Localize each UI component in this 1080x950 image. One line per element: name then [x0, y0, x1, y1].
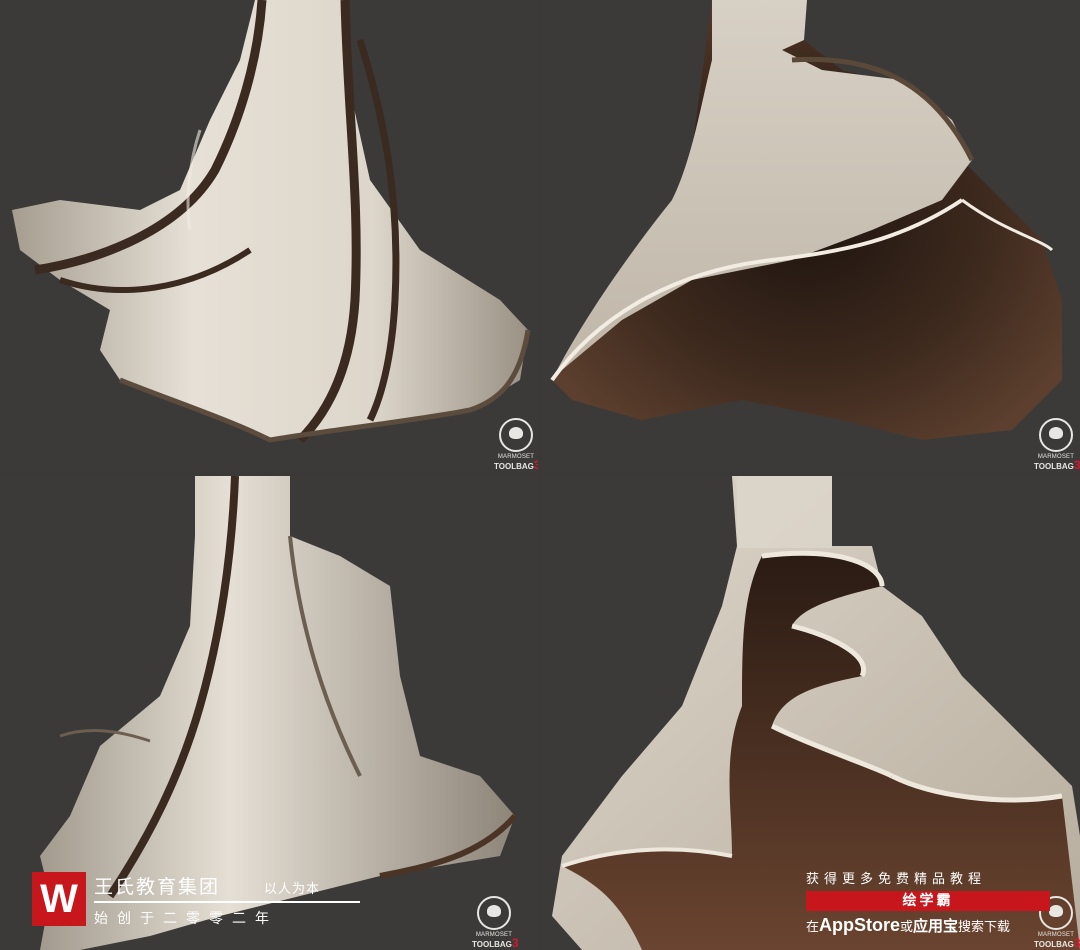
- marmoset-toolbag-watermark: MARMOSET TOOLBAG3: [472, 896, 519, 949]
- brand-since: 始创于二零零二年: [94, 911, 278, 927]
- brand-logo: W: [32, 872, 86, 926]
- promo-download-hint: 在AppStore或应用宝搜索下载: [806, 915, 1011, 935]
- render-collage: MARMOSET TOOLBAG3 MARMOSET TOOLBAG3 MARM…: [0, 0, 1080, 950]
- brand-motto: 以人为本: [264, 882, 321, 897]
- brand-divider: [94, 901, 360, 903]
- promo-headline: 获得更多免费精品教程: [806, 872, 987, 887]
- promo-app-name: 绘学霸: [806, 891, 1050, 911]
- marmoset-icon: [477, 896, 511, 930]
- marmoset-toolbag-watermark: MARMOSET TOOLBAG3: [1034, 418, 1080, 471]
- promo-overlay: 获得更多免费精品教程 绘学霸 在AppStore或应用宝搜索下载: [806, 868, 1050, 936]
- marmoset-icon: [1039, 418, 1073, 452]
- dress-front-illustration: [12, 0, 531, 444]
- marmoset-toolbag-watermark: MARMOSET TOOLBAG3: [494, 418, 538, 471]
- dress-render-front: MARMOSET TOOLBAG3: [0, 0, 538, 472]
- marmoset-icon: [499, 418, 533, 452]
- brand-name: 王氏教育集团: [94, 876, 221, 898]
- dress-render-side: MARMOSET TOOLBAG3: [542, 0, 1080, 472]
- dress-side-illustration: [550, 0, 1062, 440]
